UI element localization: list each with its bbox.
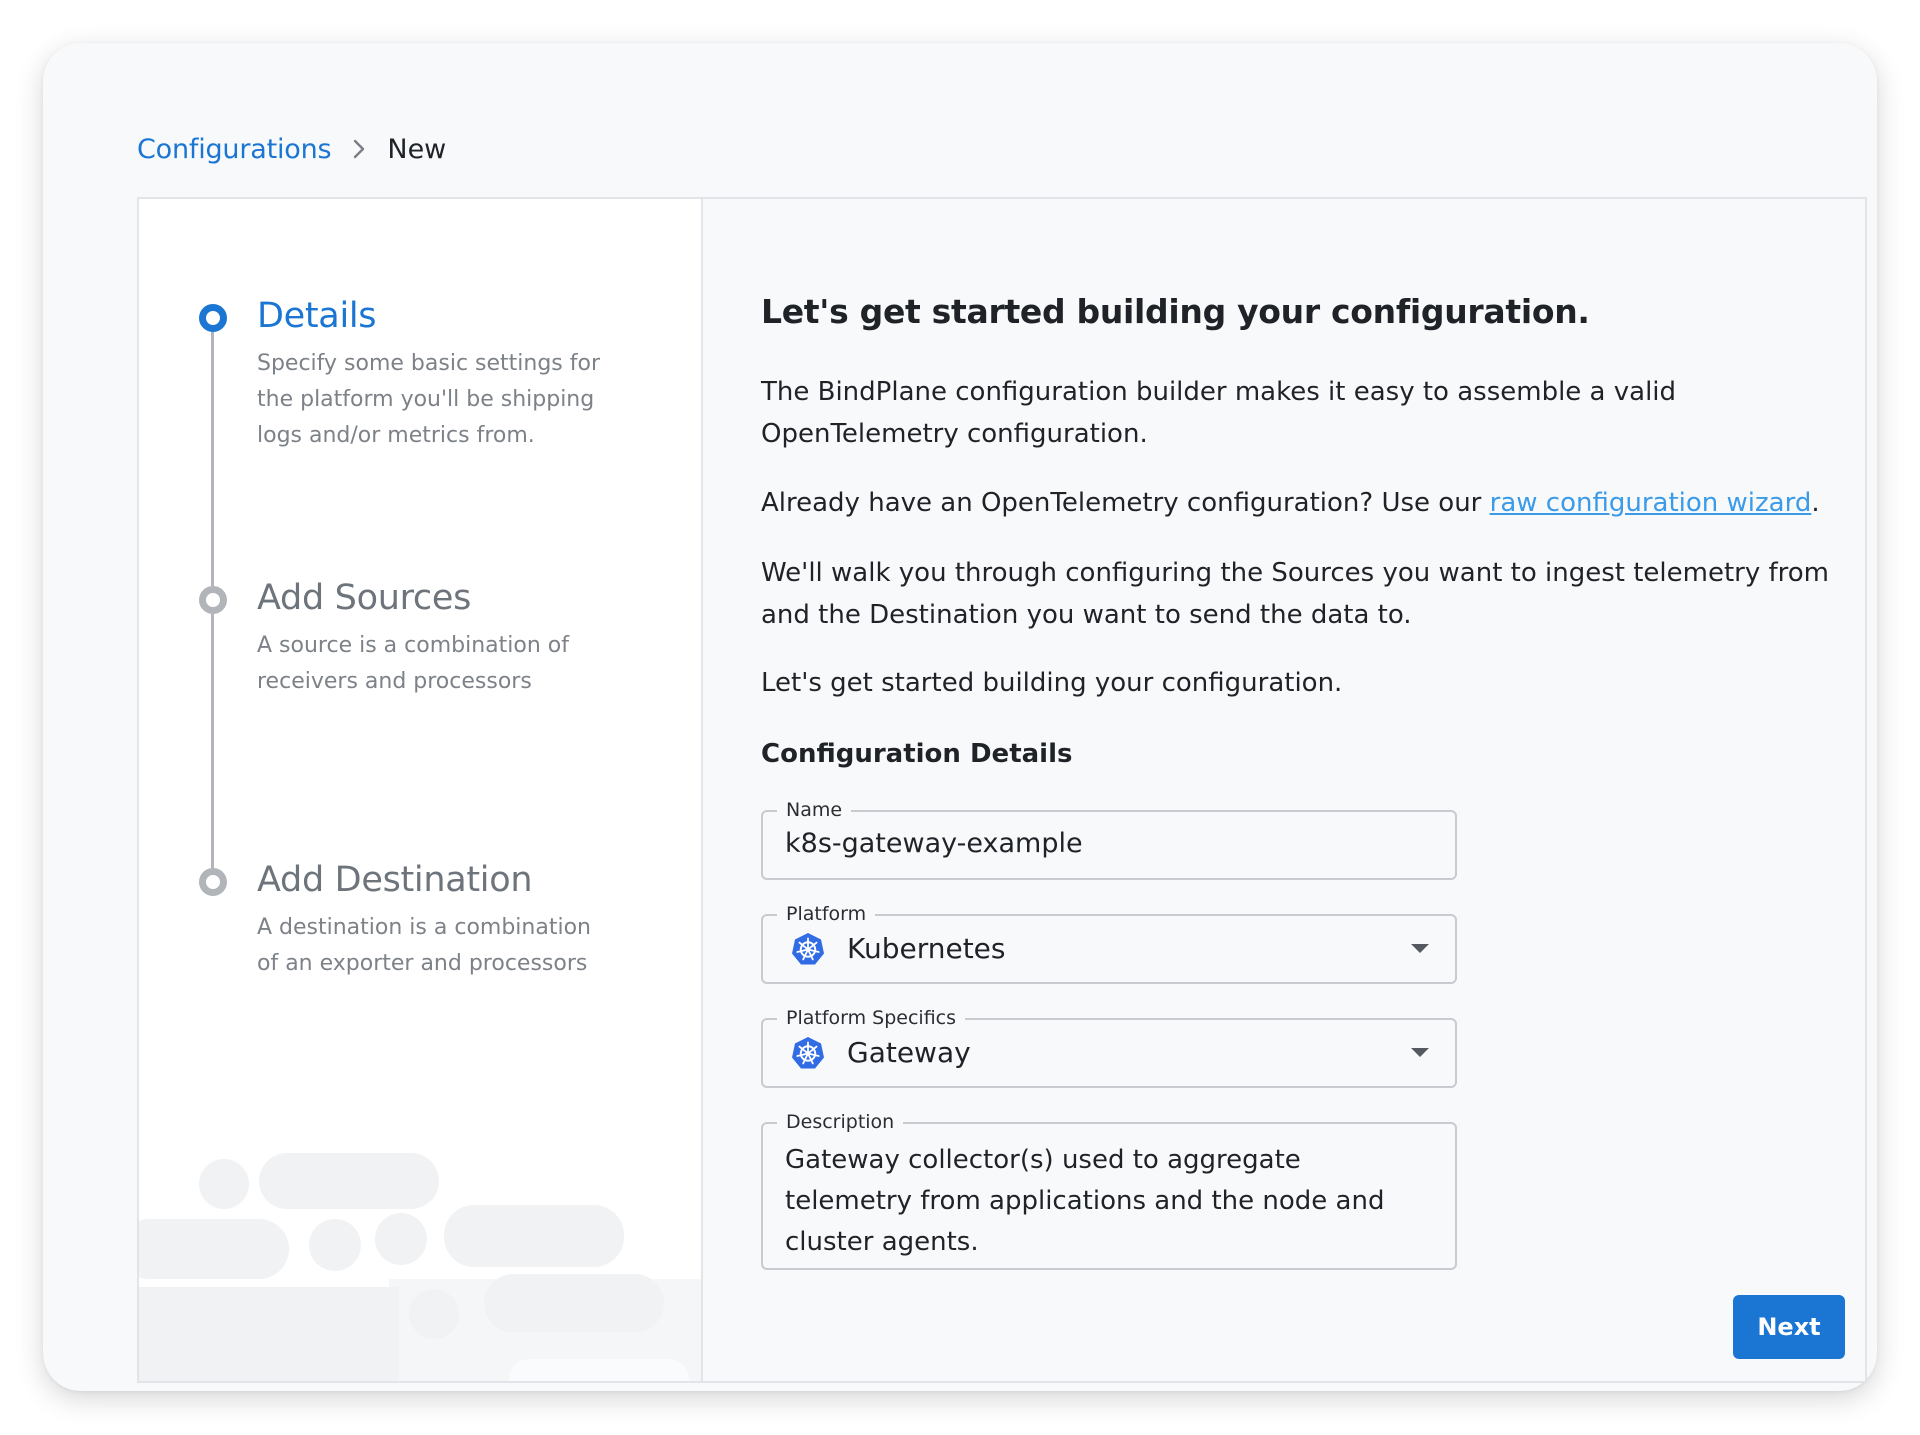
decorative-shape bbox=[309, 1219, 361, 1271]
kubernetes-icon bbox=[791, 932, 825, 966]
raw-configuration-wizard-link[interactable]: raw configuration wizard bbox=[1490, 488, 1812, 518]
platform-specifics-label: Platform Specifics bbox=[777, 1006, 966, 1030]
platform-specifics-select[interactable]: Platform Specifics Gateway bbox=[761, 1006, 1457, 1088]
get-started-paragraph: Let's get started building your configur… bbox=[761, 668, 1343, 698]
step-inactive-marker-icon bbox=[199, 586, 227, 614]
wizard-panel: Details Specify some basic settings for … bbox=[137, 197, 1867, 1383]
name-field[interactable]: Name k8s-gateway-example bbox=[761, 798, 1457, 880]
raw-config-suffix: . bbox=[1811, 488, 1820, 518]
breadcrumb-configurations-link[interactable]: Configurations bbox=[137, 134, 332, 165]
decorative-shape bbox=[199, 1159, 249, 1209]
step-connector bbox=[211, 614, 214, 868]
description-field-label: Description bbox=[777, 1110, 904, 1134]
step-title: Add Sources bbox=[257, 578, 472, 618]
walkthrough-paragraph: We'll walk you through configuring the S… bbox=[761, 558, 1830, 630]
decorative-shape bbox=[139, 1287, 399, 1381]
platform-select[interactable]: Platform Kubernetes bbox=[761, 902, 1457, 984]
step-active-marker-icon bbox=[199, 304, 227, 332]
raw-config-prefix: Already have an OpenTelemetry configurat… bbox=[761, 488, 1490, 518]
chevron-right-icon bbox=[353, 139, 365, 159]
decorative-shape bbox=[259, 1153, 439, 1209]
caret-down-icon bbox=[1411, 1048, 1429, 1057]
step-description: A destination is a combination of an exp… bbox=[257, 915, 591, 976]
details-form-area: Let's get started building your configur… bbox=[705, 199, 1865, 1381]
platform-specifics-value: Gateway bbox=[847, 1036, 971, 1069]
name-field-value[interactable]: k8s-gateway-example bbox=[785, 828, 1083, 859]
step-connector bbox=[211, 332, 214, 586]
decorative-shape bbox=[139, 1219, 289, 1279]
stepper-sidebar: Details Specify some basic settings for … bbox=[139, 199, 703, 1381]
step-description: A source is a combination of receivers a… bbox=[257, 633, 569, 694]
decorative-shape bbox=[509, 1359, 689, 1381]
decorative-shape bbox=[375, 1213, 427, 1265]
step-title: Details bbox=[257, 296, 377, 336]
intro-paragraph: The BindPlane configuration builder make… bbox=[761, 377, 1677, 449]
name-field-label: Name bbox=[777, 798, 852, 822]
kubernetes-icon bbox=[791, 1036, 825, 1070]
description-field[interactable]: Description Gateway collector(s) used to… bbox=[761, 1110, 1457, 1270]
next-button[interactable]: Next bbox=[1733, 1295, 1845, 1359]
step-description: Specify some basic settings for the plat… bbox=[257, 351, 601, 448]
decorative-shape bbox=[444, 1205, 624, 1267]
raw-config-paragraph: Already have an OpenTelemetry configurat… bbox=[761, 482, 1851, 524]
page-heading: Let's get started building your configur… bbox=[761, 292, 1590, 331]
platform-select-label: Platform bbox=[777, 902, 876, 926]
configuration-details-title: Configuration Details bbox=[761, 739, 1073, 769]
main-card: Configurations New Details Specify some … bbox=[43, 43, 1877, 1391]
description-field-value[interactable]: Gateway collector(s) used to aggregate t… bbox=[785, 1140, 1435, 1263]
caret-down-icon bbox=[1411, 944, 1429, 953]
step-inactive-marker-icon bbox=[199, 868, 227, 896]
breadcrumb-current: New bbox=[387, 133, 447, 165]
breadcrumb: Configurations New bbox=[137, 131, 446, 167]
platform-select-value: Kubernetes bbox=[847, 932, 1006, 965]
step-title: Add Destination bbox=[257, 860, 533, 900]
